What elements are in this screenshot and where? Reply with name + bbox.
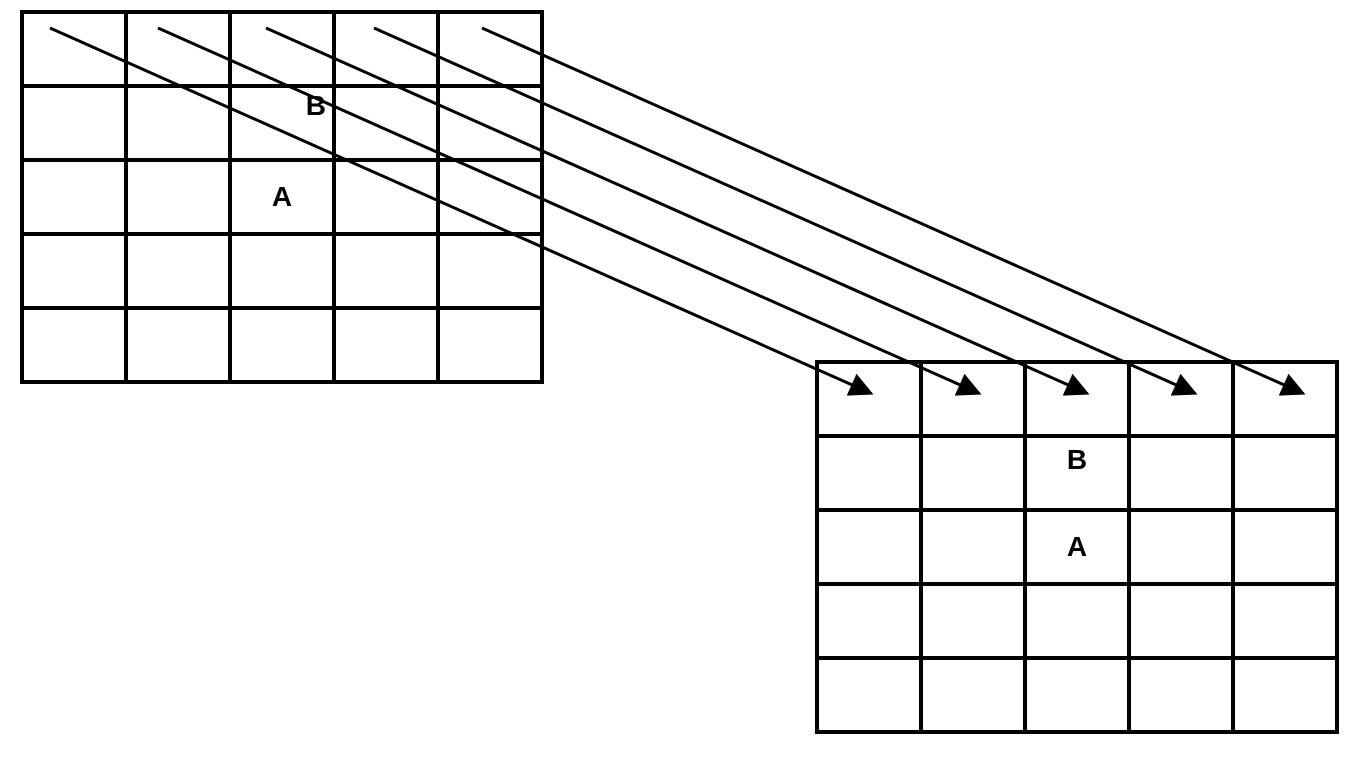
table-row xyxy=(817,362,1337,436)
left-grid: B A xyxy=(20,10,544,384)
left-label-A: A xyxy=(272,181,292,213)
right-grid: B A xyxy=(815,360,1339,734)
left-label-B: B xyxy=(306,90,326,122)
table-row: B xyxy=(817,436,1337,510)
table-row: A xyxy=(22,160,542,234)
right-label-B: B xyxy=(1067,444,1087,476)
table-row xyxy=(817,584,1337,658)
table-row: B xyxy=(22,86,542,160)
table-row xyxy=(22,308,542,382)
table-row xyxy=(22,234,542,308)
table-row xyxy=(817,658,1337,732)
table-row xyxy=(22,12,542,86)
arrow-5 xyxy=(482,28,1300,392)
table-row: A xyxy=(817,510,1337,584)
right-label-A: A xyxy=(1067,531,1087,563)
